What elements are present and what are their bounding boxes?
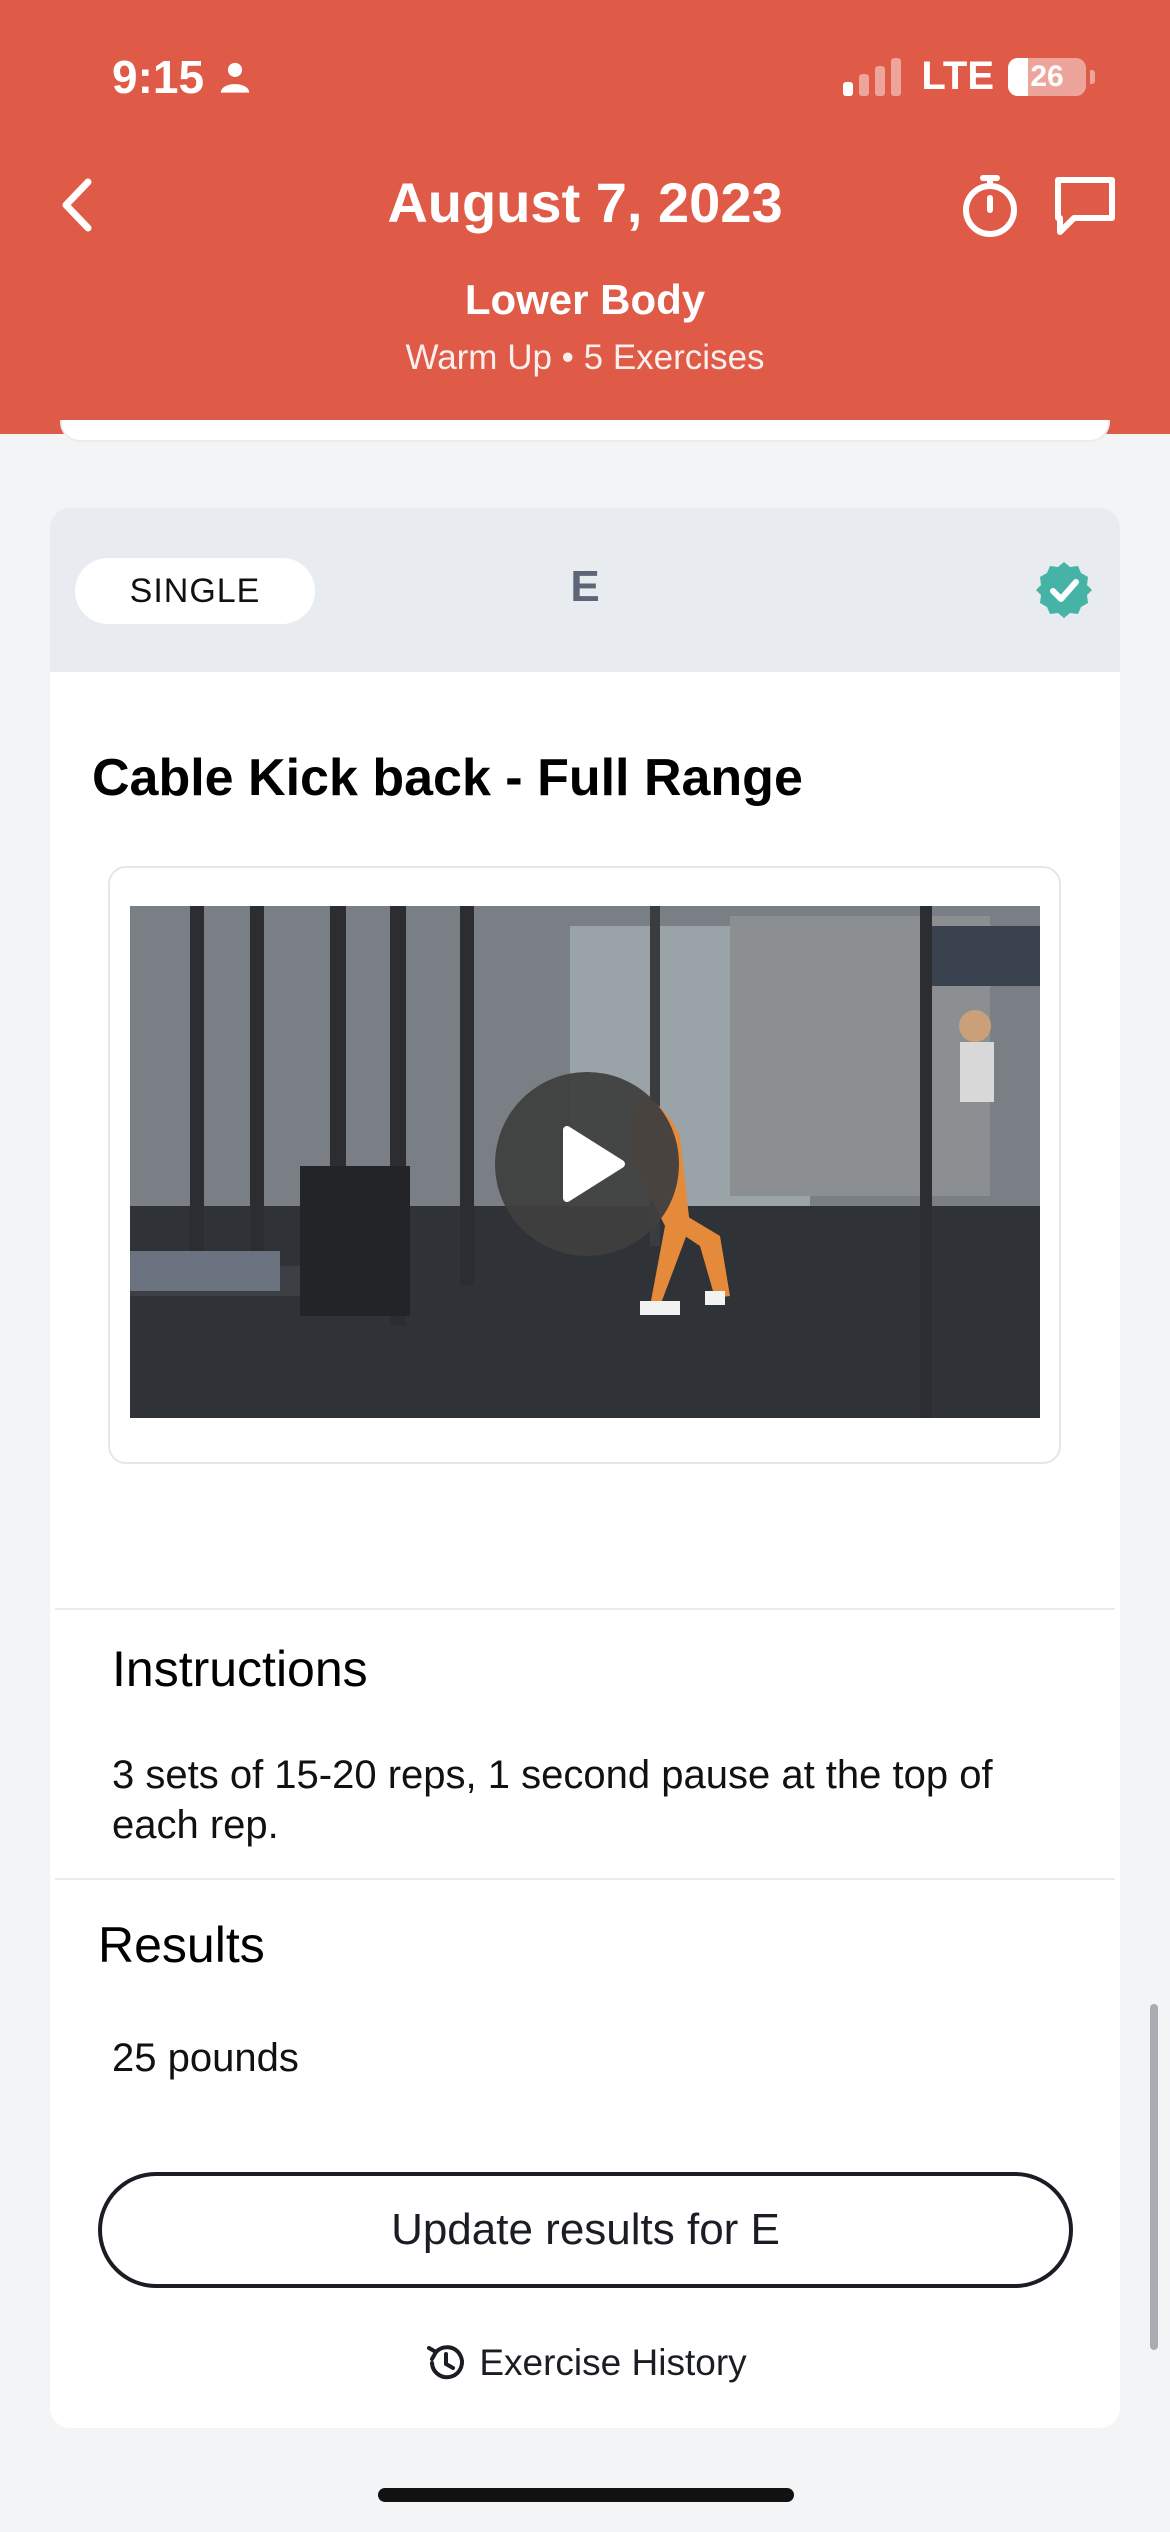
update-results-label: Update results for E — [391, 2205, 780, 2254]
completed-check-icon — [1036, 562, 1092, 618]
update-results-button[interactable]: Update results for E — [98, 2172, 1073, 2288]
divider — [55, 1878, 1115, 1880]
exercise-history-label: Exercise History — [479, 2342, 747, 2383]
scrollbar[interactable] — [1150, 2004, 1158, 2350]
network-type: LTE — [921, 54, 994, 98]
workout-header: 9:15 LTE 26 August 7, 2023 Lower Body Wa… — [0, 0, 1170, 434]
previous-card-edge — [60, 420, 1110, 442]
home-indicator[interactable] — [378, 2488, 794, 2502]
status-clock: 9:15 — [112, 51, 205, 103]
exercise-history-link[interactable]: Exercise History — [0, 2340, 1170, 2386]
stopwatch-icon[interactable] — [955, 170, 1025, 240]
results-heading: Results — [98, 1917, 265, 1973]
chat-bubble-icon[interactable] — [1050, 172, 1120, 242]
instructions-heading: Instructions — [112, 1641, 368, 1697]
workout-meta: Warm Up • 5 Exercises — [405, 338, 765, 377]
status-indicators: LTE 26 — [843, 54, 1095, 99]
status-time: 9:15 — [112, 50, 252, 104]
divider — [55, 1608, 1115, 1610]
person-icon — [220, 62, 250, 93]
play-button[interactable] — [495, 1072, 679, 1256]
workout-name: Lower Body — [464, 276, 706, 323]
exercise-letter: E — [570, 562, 600, 611]
battery-level: 26 — [1030, 59, 1064, 93]
cellular-signal-icon — [843, 57, 902, 96]
instructions-text: 3 sets of 15-20 reps, 1 second pause at … — [112, 1753, 993, 1847]
exercise-card-header: SINGLE E — [50, 508, 1120, 672]
results-value: 25 pounds — [112, 2036, 299, 2080]
history-icon — [427, 2345, 465, 2380]
battery-icon: 26 — [1008, 57, 1086, 96]
exercise-title: Cable Kick back - Full Range — [92, 749, 803, 807]
